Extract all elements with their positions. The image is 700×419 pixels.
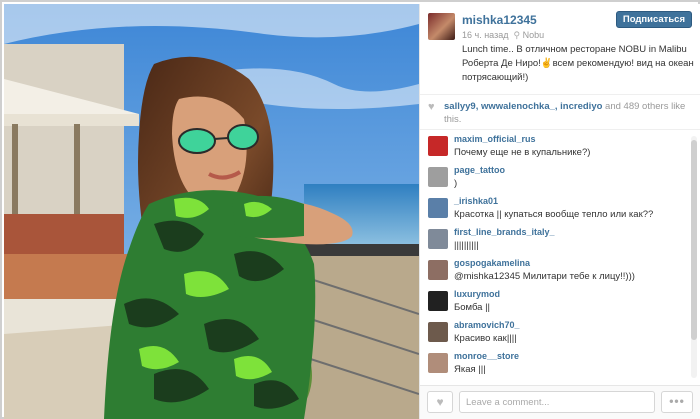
comment-item: first_line_brands_italy_ ||||||||||: [420, 225, 688, 256]
post-location[interactable]: Nobu: [523, 30, 545, 40]
likers-list[interactable]: sallyy9, wwwalenochka_, incrediyo: [444, 101, 602, 112]
comment-text: Якая |||: [454, 364, 486, 375]
heart-icon: ♥: [428, 101, 435, 113]
comment-item: monroe__store Якая |||: [420, 349, 688, 380]
comment-item: page_tattoo ): [420, 163, 688, 194]
commenter-avatar[interactable]: [428, 322, 448, 342]
commenter-username[interactable]: first_line_brands_italy_: [454, 227, 555, 237]
likes-count[interactable]: 489: [624, 101, 640, 112]
author-username[interactable]: mishka12345: [462, 13, 537, 27]
commenter-username[interactable]: luxurymod: [454, 289, 500, 299]
comment-text: ||||||||||: [454, 240, 479, 251]
comment-text: @mishka12345 Милитари тебе к лицу!!))): [454, 271, 635, 282]
comment-item: maxim_official_rus Почему еще не в купал…: [420, 132, 688, 163]
commenter-username[interactable]: maxim_official_rus: [454, 134, 536, 144]
commenter-username[interactable]: abramovich70_: [454, 320, 520, 330]
author-avatar[interactable]: [428, 13, 455, 40]
commenter-avatar[interactable]: [428, 136, 448, 156]
heart-icon: ♥: [436, 395, 444, 409]
post-photo[interactable]: [4, 4, 419, 419]
commenter-avatar[interactable]: [428, 291, 448, 311]
post-caption: Lunch time.. В отличном ресторане NOBU i…: [462, 44, 694, 83]
commenter-avatar[interactable]: [428, 353, 448, 373]
location-pin-icon: ⚲: [510, 30, 521, 40]
comment-text: Почему еще не в купальнике?): [454, 147, 591, 158]
post-meta: 16 ч. назад ⚲ Nobu: [462, 30, 544, 41]
commenter-username[interactable]: gospogakamelina: [454, 258, 530, 268]
likes-summary: ♥ sallyy9, wwwalenochka_, incrediyo and …: [420, 94, 700, 130]
comment-text: Красотка || купаться вообще тепло или ка…: [454, 209, 654, 220]
comment-text: Бомба ||: [454, 302, 491, 313]
comment-text: Красиво как||||: [454, 333, 517, 344]
more-options-button[interactable]: •••: [661, 391, 693, 413]
commenter-username[interactable]: monroe__store: [454, 351, 519, 361]
comment-item: gospogakamelina @mishka12345 Милитари те…: [420, 256, 688, 287]
follow-button[interactable]: Подписаться: [615, 11, 692, 28]
like-button[interactable]: ♥: [427, 391, 453, 413]
comment-item: luxurymod Бомба ||: [420, 287, 688, 318]
comment-footer: ♥ •••: [420, 385, 700, 419]
comment-input[interactable]: [459, 391, 655, 413]
post-time[interactable]: 16 ч. назад: [462, 30, 508, 40]
commenter-username[interactable]: _irishka01: [454, 196, 498, 206]
comment-item: _irishka01 Красотка || купаться вообще т…: [420, 194, 688, 225]
commenter-avatar[interactable]: [428, 167, 448, 187]
photo-illustration: [4, 4, 419, 419]
commenter-avatar[interactable]: [428, 229, 448, 249]
comments-scrollbar[interactable]: [691, 136, 697, 378]
ellipsis-icon: •••: [669, 394, 685, 408]
comment-text: ): [454, 178, 458, 189]
likes-joiner: and: [602, 101, 624, 112]
commenter-username[interactable]: page_tattoo: [454, 165, 505, 175]
scrollbar-thumb[interactable]: [691, 140, 697, 340]
instagram-embed: mishka12345 Подписаться 16 ч. назад ⚲ No…: [0, 0, 700, 419]
post-header: mishka12345 Подписаться 16 ч. назад ⚲ No…: [420, 4, 700, 92]
commenter-avatar[interactable]: [428, 198, 448, 218]
commenter-avatar[interactable]: [428, 260, 448, 280]
post-sidebar: mishka12345 Подписаться 16 ч. назад ⚲ No…: [419, 4, 700, 419]
comments-list: maxim_official_rus Почему еще не в купал…: [420, 132, 700, 384]
comment-item: abramovich70_ Красиво как||||: [420, 318, 688, 349]
